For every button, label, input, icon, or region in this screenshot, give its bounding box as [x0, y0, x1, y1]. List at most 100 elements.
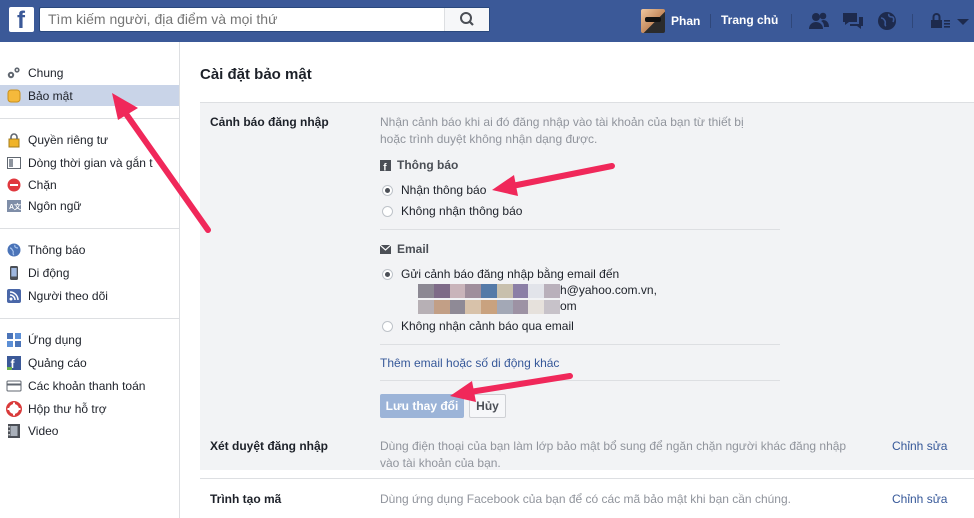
login-alerts-section: Cảnh báo đăng nhập Nhận cảnh báo khi ai …	[200, 103, 974, 470]
login-approvals-description: Dùng điện thoại của bạn làm lớp bảo mật …	[380, 438, 846, 472]
email-address-visible-part: om	[560, 299, 577, 313]
page-title: Cài đặt bảo mật	[200, 66, 312, 83]
card-icon	[6, 378, 22, 394]
sidebar-item-general[interactable]: Chung	[0, 62, 179, 83]
timeline-icon	[6, 155, 22, 171]
sidebar-item-notifications[interactable]: Thông báo	[0, 239, 179, 260]
sidebar-item-label: Video	[28, 423, 59, 438]
settings-sidebar: Chung Bảo mật Quyền riêng tư Dòng thời g…	[0, 42, 180, 518]
section-label: Cảnh báo đăng nhập	[210, 115, 329, 129]
description-line: Nhận cảnh báo khi ai đó đăng nhập vào tà…	[380, 115, 744, 129]
profile-name: Phan	[671, 14, 701, 28]
apps-icon	[6, 332, 22, 348]
sidebar-item-mobile[interactable]: Di động	[0, 262, 179, 283]
redacted-email-address	[418, 300, 561, 314]
mobile-icon	[6, 265, 22, 281]
sidebar-item-blocking[interactable]: Chặn	[0, 174, 179, 195]
lock-icon	[6, 132, 22, 148]
sidebar-item-label: Chung	[28, 65, 64, 80]
avatar	[641, 9, 665, 33]
svg-text:A文: A文	[9, 202, 22, 211]
add-contact-link[interactable]: Thêm email hoặc số di động khác	[380, 356, 559, 370]
sidebar-item-label: Bảo mật	[28, 88, 73, 103]
home-link[interactable]: Trang chủ	[721, 13, 778, 27]
radio-no-notifications[interactable]: Không nhận thông báo	[382, 204, 522, 218]
divider	[200, 478, 974, 479]
radio-label: Gửi cảnh báo đăng nhập bằng email đến	[401, 267, 620, 281]
save-changes-button[interactable]: Lưu thay đổi	[380, 394, 464, 418]
sidebar-item-label: Các khoản thanh toán	[28, 378, 146, 393]
login-approvals-edit-link[interactable]: Chỉnh sửa	[892, 439, 947, 453]
sidebar-item-timeline-tagging[interactable]: Dòng thời gian và gắn t	[0, 152, 179, 173]
facebook-logo-letter: f	[17, 7, 25, 34]
nav-divider	[791, 14, 792, 28]
search-button[interactable]	[444, 8, 489, 31]
sidebar-item-label: Dòng thời gian và gắn t	[28, 155, 153, 170]
divider	[380, 229, 780, 230]
sidebar-item-followers[interactable]: Người theo dõi	[0, 285, 179, 306]
login-approvals-label: Xét duyệt đăng nhập	[210, 439, 329, 453]
lifebuoy-icon	[6, 400, 22, 417]
search-input[interactable]	[48, 8, 448, 31]
divider	[380, 344, 780, 345]
rss-icon	[6, 288, 22, 304]
shield-badge-icon	[6, 88, 22, 104]
sidebar-item-label: Thông báo	[28, 242, 86, 257]
code-generator-label: Trình tạo mã	[210, 492, 282, 506]
profile-link[interactable]: Phan	[641, 9, 700, 33]
sidebar-item-label: Ngôn ngữ	[28, 198, 82, 213]
sidebar-divider	[0, 118, 179, 119]
sidebar-item-privacy[interactable]: Quyền riêng tư	[0, 129, 179, 150]
description-line: Dùng điện thoại của bạn làm lớp bảo mật …	[380, 439, 847, 453]
privacy-shortcuts-icon[interactable]	[928, 10, 952, 32]
block-icon	[6, 177, 22, 193]
sidebar-item-support-inbox[interactable]: Hộp thư hỗ trợ	[0, 398, 179, 419]
search-icon	[460, 12, 474, 26]
sidebar-item-label: Di động	[28, 265, 70, 280]
radio-receive-notifications[interactable]: Nhận thông báo	[382, 183, 486, 197]
account-menu-arrow-icon[interactable]	[953, 10, 974, 32]
sidebar-item-ads[interactable]: f Quảng cáo	[0, 352, 179, 373]
heading-text: Thông báo	[397, 158, 459, 172]
sidebar-item-label: Ứng dụng	[28, 332, 82, 347]
section-description: Nhận cảnh báo khi ai đó đăng nhập vào tà…	[380, 114, 744, 148]
sidebar-item-video[interactable]: Video	[0, 420, 179, 441]
sidebar-item-label: Quyền riêng tư	[28, 132, 109, 147]
radio-button[interactable]	[382, 184, 393, 196]
sidebar-item-label: Hộp thư hỗ trợ	[28, 401, 107, 416]
facebook-logo[interactable]: f	[9, 7, 34, 34]
settings-content: Cài đặt bảo mật Cảnh báo đăng nhập Nhận …	[180, 42, 974, 518]
email-heading: Email	[380, 242, 429, 256]
sidebar-item-security[interactable]: Bảo mật	[0, 85, 179, 106]
ads-icon: f	[6, 355, 22, 371]
radio-label: Không nhận thông báo	[401, 204, 523, 218]
sidebar-item-label: Người theo dõi	[28, 288, 108, 303]
envelope-icon	[380, 244, 391, 254]
heading-text: Email	[397, 242, 430, 256]
radio-button[interactable]	[382, 205, 393, 217]
description-line: hoặc trình duyệt không nhận dạng được.	[380, 132, 598, 146]
facebook-square-icon: f	[380, 159, 391, 171]
radio-button[interactable]	[382, 268, 393, 280]
messages-icon[interactable]	[841, 10, 865, 32]
code-generator-edit-link[interactable]: Chỉnh sửa	[892, 492, 947, 506]
sidebar-item-label: Chặn	[28, 177, 57, 192]
film-icon	[6, 423, 22, 439]
nav-divider	[912, 14, 913, 28]
notifications-heading: f Thông báo	[380, 158, 458, 172]
radio-no-email-alerts[interactable]: Không nhận cảnh báo qua email	[382, 319, 574, 333]
friend-requests-icon[interactable]	[807, 10, 831, 32]
radio-button[interactable]	[382, 320, 393, 332]
sidebar-divider	[0, 228, 179, 229]
sidebar-item-apps[interactable]: Ứng dụng	[0, 329, 179, 350]
sidebar-item-payments[interactable]: Các khoản thanh toán	[0, 375, 179, 396]
description-line: vào tài khoản của bạn.	[380, 456, 501, 470]
globe-icon	[6, 242, 22, 258]
gears-icon	[6, 65, 22, 81]
sidebar-item-language[interactable]: A文 Ngôn ngữ	[0, 195, 179, 216]
language-icon: A文	[6, 198, 22, 214]
cancel-button[interactable]: Hủy	[469, 394, 506, 418]
radio-email-alerts[interactable]: Gửi cảnh báo đăng nhập bằng email đến	[382, 267, 619, 281]
notifications-globe-icon[interactable]	[875, 10, 899, 32]
email-address-visible-part: h@yahoo.com.vn,	[560, 283, 657, 297]
